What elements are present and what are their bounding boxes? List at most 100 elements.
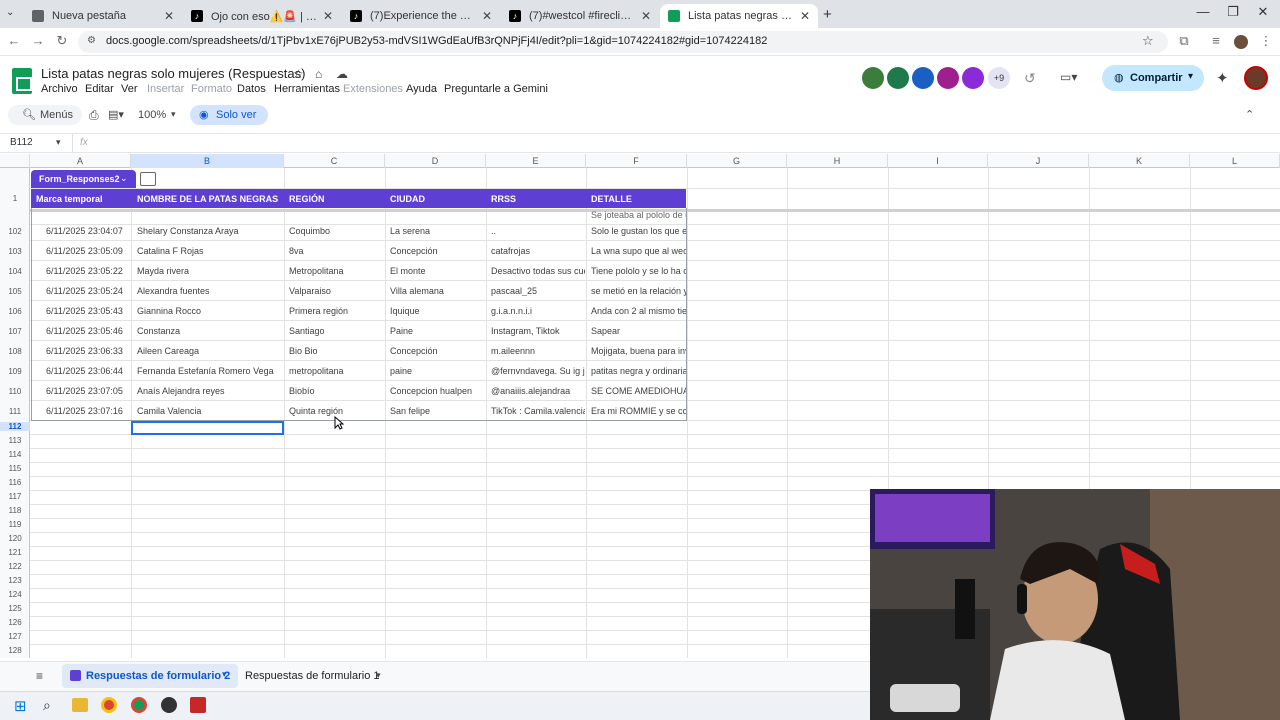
menu-archivo[interactable]: Archivo [41,83,78,95]
cell-detail[interactable]: Tiene pololo y se lo ha c [591,266,686,276]
close-icon[interactable]: ✕ [482,9,492,23]
close-icon[interactable]: ✕ [323,9,333,23]
column-header-d[interactable]: D [385,154,486,168]
column-header-l[interactable]: L [1190,154,1280,168]
column-header-h[interactable]: H [787,154,888,168]
cell-detail[interactable]: Solo le gustan los que e [591,226,686,236]
row-header[interactable]: 127 [0,632,30,641]
chevron-down-icon[interactable]: ▾ [222,669,227,680]
cell-region[interactable]: metropolitana [289,366,384,376]
browser-tab-tiktok-1[interactable]: ♪ Ojo con eso⚠️🚨 | TikTok ✕ [183,4,341,28]
cell-city[interactable]: Paine [390,326,485,336]
collapse-toolbar-icon[interactable]: ⌃ [1245,108,1254,121]
cell-timestamp[interactable]: 6/11/2025 23:04:07 [46,226,130,236]
row-header[interactable]: 105 [0,287,30,296]
cell-city[interactable]: La serena [390,226,485,236]
cell-city[interactable]: Concepcion hualpen [390,386,485,396]
move-icon[interactable]: ⌂ [315,67,322,81]
row-header[interactable]: 109 [0,367,30,376]
close-icon[interactable]: ✕ [800,9,810,23]
forward-icon[interactable]: → [28,33,48,48]
file-explorer-icon[interactable] [72,698,88,712]
chevron-down-icon[interactable]: ▾ [56,137,61,148]
cell-timestamp[interactable]: 6/11/2025 23:05:09 [46,246,130,256]
row-header[interactable]: 121 [0,548,30,557]
cell-city[interactable]: Concepción [390,346,485,356]
cell-detail[interactable]: patitas negra y ordinaria [591,366,686,376]
menu-herramientas[interactable]: Herramientas [274,83,340,95]
chevron-down-icon[interactable]: ▾ [376,670,381,681]
cell-name[interactable]: Mayda rivera [137,266,283,276]
cell-rrss[interactable]: @anaiiis.alejandraa [491,386,585,396]
cell-detail[interactable]: se metió en la relación y [591,286,686,296]
browser-tab-tiktok-3[interactable]: ♪ (7)#westcol #fireclipsk | westco ✕ [501,4,659,28]
cell-name[interactable]: Giannina Rocco [137,306,283,316]
all-sheets-icon[interactable]: ≡ [36,669,43,683]
cell-timestamp[interactable]: 6/11/2025 23:06:44 [46,366,130,376]
cell-region[interactable]: Santiago [289,326,384,336]
close-window-icon[interactable]: ✕ [1248,4,1278,20]
reload-icon[interactable]: ↻ [52,33,72,49]
header-nombre[interactable]: NOMBRE DE LA PATAS NEGRAS [137,194,278,204]
cell-detail[interactable]: La wna supo que al weo [591,246,686,256]
row-header[interactable]: 125 [0,604,30,613]
column-header-i[interactable]: I [888,154,988,168]
menu-ayuda[interactable]: Ayuda [406,83,437,95]
cell-rrss[interactable]: g.i.a.n.n.i.i [491,306,585,316]
row-header[interactable]: 115 [0,464,30,473]
header-detalle[interactable]: DETALLE [591,194,632,204]
cell-name[interactable]: Shelary Constanza Araya [137,226,283,236]
row-header[interactable]: 118 [0,506,30,515]
cell-detail[interactable]: Sapear [591,326,686,336]
extensions-icon[interactable]: ⧉ [1174,33,1194,49]
obs-icon[interactable] [161,697,177,713]
close-icon[interactable]: ✕ [641,9,651,23]
sheet-tab-active[interactable]: Respuestas de formulario 2 ▾ [62,664,238,688]
cell-region[interactable]: Coquimbo [289,226,384,236]
cell-rrss[interactable]: Desactivo todas sus cue [491,266,585,276]
cell-rrss[interactable]: m.aileennn [491,346,585,356]
collaborator-avatar[interactable] [962,67,984,89]
tab-search-icon[interactable]: ⌄ [6,7,14,18]
cell-region[interactable]: Metropolitana [289,266,384,276]
minimize-icon[interactable]: — [1188,4,1218,19]
cell-name[interactable]: Aileen Careaga [137,346,283,356]
row-header[interactable]: 120 [0,534,30,543]
sheet-tab[interactable]: Respuestas de formulario 1 [245,670,380,682]
column-header-c[interactable]: C [284,154,385,168]
row-header[interactable]: 119 [0,520,30,529]
column-header-b[interactable]: B [131,154,284,168]
header-region[interactable]: REGIÓN [289,194,325,204]
user-avatar[interactable] [1244,66,1268,90]
table-name-chip[interactable]: Form_Responses2 ⌄ [31,170,136,188]
chrome-icon[interactable] [101,697,117,713]
bookmark-star-icon[interactable]: ☆ [1142,33,1154,49]
browser-tab-sheets[interactable]: Lista patas negras solo mujeres ✕ [660,4,818,28]
row-header[interactable]: 113 [0,436,30,445]
cell-rrss[interactable]: catafrojas [491,246,585,256]
cell-region[interactable]: 8va [289,246,384,256]
column-header-a[interactable]: A [30,154,131,168]
star-icon[interactable]: ☆ [293,67,304,81]
column-header-f[interactable]: F [586,154,687,168]
cell-city[interactable]: Villa alemana [390,286,485,296]
select-all-corner[interactable] [0,154,30,168]
site-info-icon[interactable]: ⚙ [87,35,96,46]
cell-region[interactable]: Primera región [289,306,384,316]
print-icon[interactable]: ⎙ [89,108,99,123]
cell-detail[interactable]: SE COME AMEDIOHUAL [591,386,686,396]
cell-rrss[interactable]: Instagram, Tiktok [491,326,585,336]
column-header-g[interactable]: G [687,154,787,168]
cell-name[interactable]: Constanza [137,326,283,336]
zoom-select[interactable]: 100% [138,109,166,121]
collaborator-avatar[interactable] [887,67,909,89]
menu-gemini[interactable]: Preguntarle a Gemini [444,83,548,95]
cell-detail[interactable]: Mojigata, buena para inv [591,346,686,356]
row-header[interactable]: 123 [0,576,30,585]
cell-timestamp[interactable]: 6/11/2025 23:05:24 [46,286,130,296]
meet-icon[interactable]: ▭▾ [1060,70,1077,84]
cell-name[interactable]: Camila Valencia [137,406,283,416]
chevron-down-icon[interactable]: ⌄ [120,173,128,184]
collaborator-avatar[interactable] [862,67,884,89]
search-icon[interactable]: ⌕ [43,697,51,714]
